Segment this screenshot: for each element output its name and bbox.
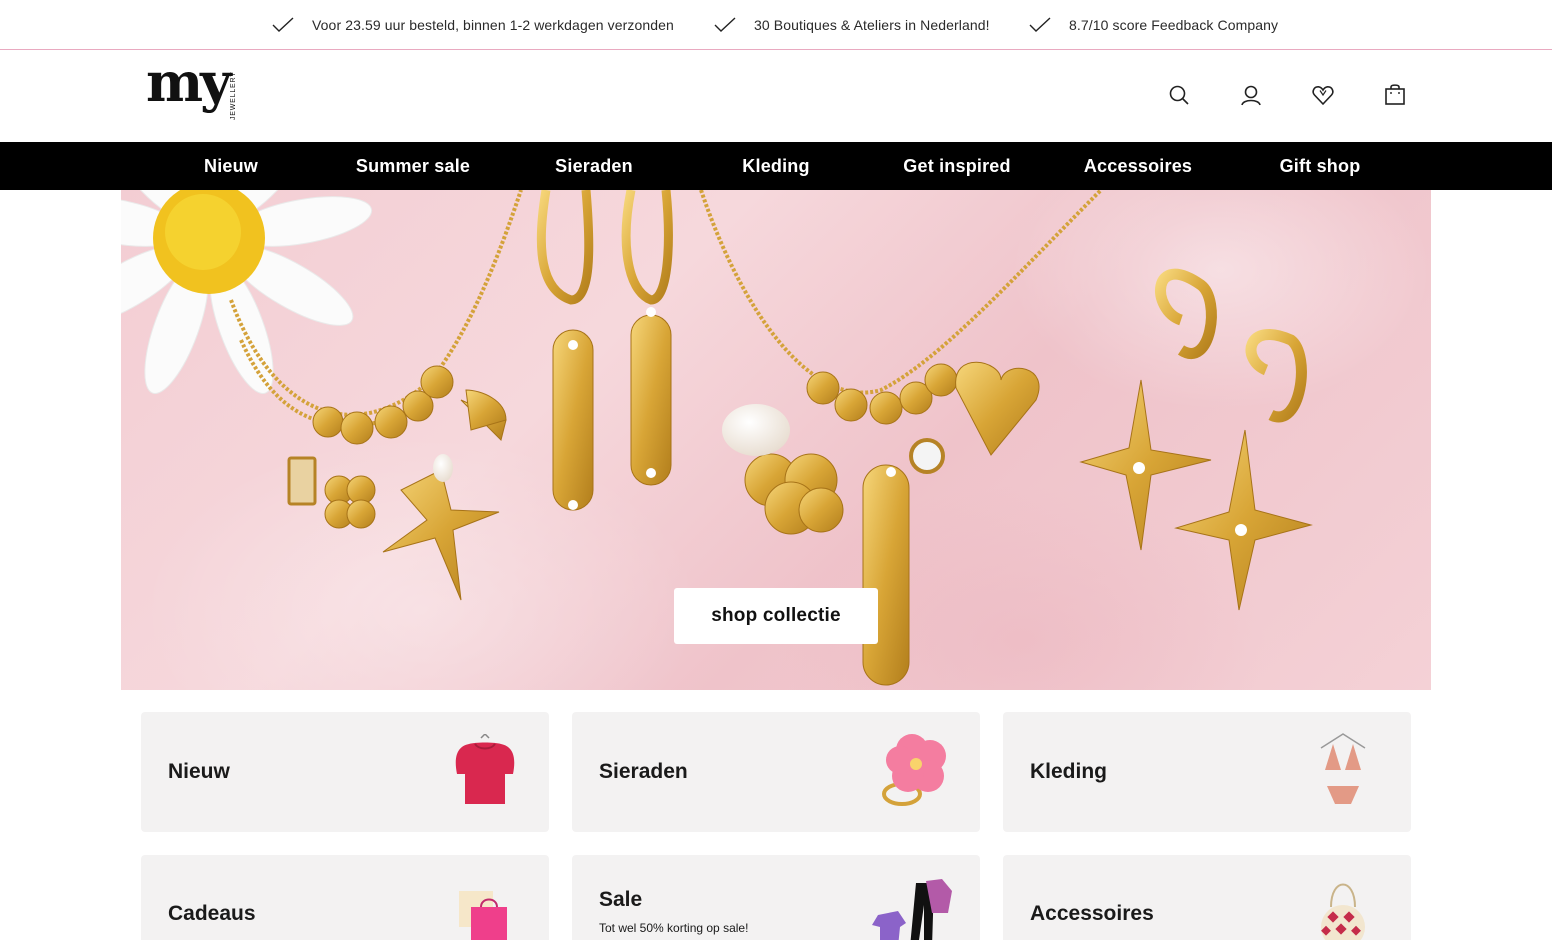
usp-text: Voor 23.59 uur besteld, binnen 1-2 werkd… — [312, 17, 674, 33]
category-tile-sale[interactable]: Sale Tot wel 50% korting op sale! — [572, 855, 980, 940]
usp-item-score: 8.7/10 score Feedback Company — [1029, 0, 1278, 50]
nav-item-accessoires[interactable]: Accessoires — [1084, 142, 1192, 190]
category-name: Cadeaus — [168, 902, 256, 925]
usp-item-boutiques: 30 Boutiques & Ateliers in Nederland! — [714, 0, 990, 50]
logo[interactable]: my JEWELLERY — [146, 55, 258, 127]
nav-item-nieuw[interactable]: Nieuw — [204, 142, 258, 190]
nav-item-get-inspired[interactable]: Get inspired — [903, 142, 1010, 190]
check-icon — [272, 17, 294, 32]
category-name: Sale — [599, 888, 643, 911]
category-tile-sieraden[interactable]: Sieraden — [572, 712, 980, 832]
bikini-image — [1320, 733, 1366, 804]
category-name: Kleding — [1030, 760, 1107, 783]
usp-bar: Voor 23.59 uur besteld, binnen 1-2 werkd… — [0, 0, 1552, 50]
usp-text: 8.7/10 score Feedback Company — [1069, 17, 1279, 33]
nav-item-summer-sale[interactable]: Summer sale — [356, 142, 470, 190]
cart-icon[interactable] — [1383, 83, 1407, 107]
logo-text: my — [146, 50, 231, 114]
logo-subtext: JEWELLERY — [230, 71, 237, 120]
gift-box-image — [459, 891, 507, 940]
category-tile-cadeaus[interactable]: Cadeaus — [141, 855, 549, 940]
check-icon — [1029, 17, 1051, 32]
nav-item-gift-shop[interactable]: Gift shop — [1280, 142, 1361, 190]
site-header: my JEWELLERY — [0, 51, 1552, 142]
blouse-image — [455, 734, 515, 804]
category-tile-accessoires[interactable]: Accessoires — [1003, 855, 1411, 940]
category-subtitle: Tot wel 50% korting op sale! — [599, 921, 749, 935]
usp-text: 30 Boutiques & Ateliers in Nederland! — [754, 17, 990, 33]
category-tile-nieuw[interactable]: Nieuw — [141, 712, 549, 832]
nav-item-sieraden[interactable]: Sieraden — [555, 142, 633, 190]
category-name: Accessoires — [1030, 902, 1154, 925]
check-icon — [714, 17, 736, 32]
nav-item-kleding[interactable]: Kleding — [742, 142, 809, 190]
hero-banner[interactable]: shop collectie — [121, 190, 1431, 690]
crochet-bag-image — [1321, 883, 1365, 940]
clothing-set-image — [872, 879, 952, 940]
main-nav: Nieuw Summer sale Sieraden Kleding Get i… — [0, 142, 1552, 190]
category-name: Nieuw — [168, 760, 230, 783]
usp-item-shipping: Voor 23.59 uur besteld, binnen 1-2 werkd… — [272, 0, 674, 50]
search-icon[interactable] — [1167, 83, 1191, 107]
flower-ring-image — [882, 734, 946, 806]
shop-collection-button[interactable]: shop collectie — [674, 588, 878, 644]
wishlist-icon[interactable] — [1311, 83, 1335, 107]
category-name: Sieraden — [599, 760, 688, 783]
daisy-flower — [121, 190, 373, 394]
category-tile-kleding[interactable]: Kleding — [1003, 712, 1411, 832]
account-icon[interactable] — [1239, 83, 1263, 107]
